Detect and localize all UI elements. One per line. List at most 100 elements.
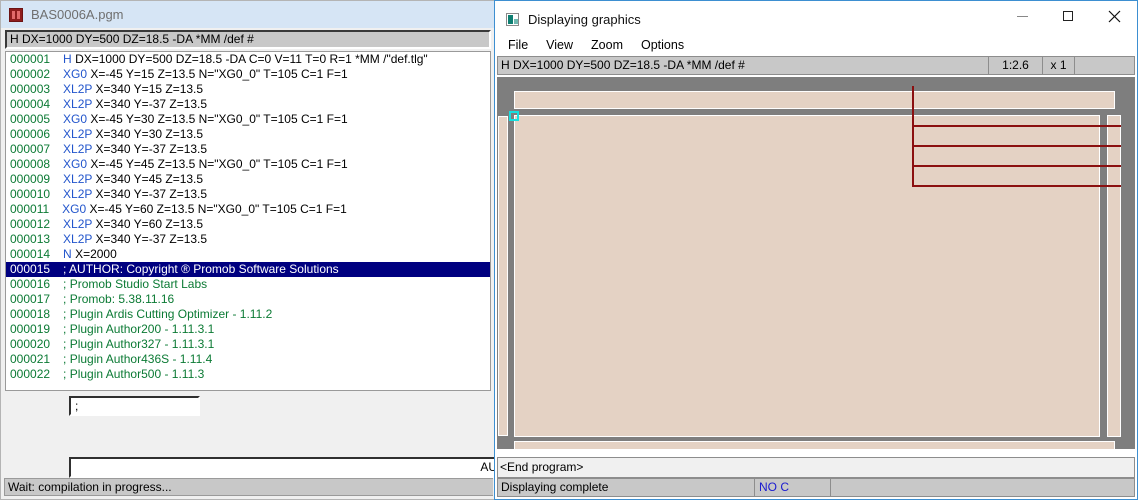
line-number: 000018	[10, 307, 51, 321]
status-empty-field	[831, 478, 1135, 497]
command-token: XL2P	[63, 172, 93, 186]
panel-main-board	[514, 115, 1100, 437]
toolbar-scale-field[interactable]: 1:2.6	[988, 56, 1043, 75]
line-number: 000008	[10, 157, 51, 171]
code-line[interactable]: 000015 ; AUTHOR: Copyright ® Promob Softw…	[6, 262, 490, 277]
code-line[interactable]: 000009 XL2P X=340 Y=45 Z=13.5	[6, 172, 490, 187]
code-line[interactable]: 000002 XG0 X=-45 Y=15 Z=13.5 N="XG0_0" T=…	[6, 67, 490, 82]
code-line[interactable]: 000022 ; Plugin Author500 - 1.11.3	[6, 367, 490, 382]
command-arguments: X=-45 Y=45 Z=13.5 N="XG0_0" T=105 C=1 F=…	[90, 157, 348, 171]
code-line[interactable]: 000013 XL2P X=340 Y=-37 Z=13.5	[6, 232, 490, 247]
command-token: XL2P	[63, 187, 93, 201]
status-badge: NO C	[755, 478, 831, 497]
menu-item-file[interactable]: File	[499, 36, 537, 54]
command-token: XL2P	[63, 217, 93, 231]
panel-top-strip	[514, 91, 1115, 109]
code-line[interactable]: 000010 XL2P X=340 Y=-37 Z=13.5	[6, 187, 490, 202]
panel-right-sliver	[1107, 115, 1121, 437]
editor-lower-panel: ; AU	[5, 391, 501, 478]
command-arguments: X=340 Y=-37 Z=13.5	[95, 142, 208, 156]
menu-item-zoom[interactable]: Zoom	[582, 36, 632, 54]
graphics-titlebar[interactable]: Displaying graphics	[495, 1, 1137, 37]
editor-titlebar[interactable]: BAS0006A.pgm	[1, 1, 495, 28]
code-line[interactable]: 000017 ; Promob: 5.38.11.16	[6, 292, 490, 307]
header-parameter-field[interactable]: H DX=1000 DY=500 DZ=18.5 -DA *MM /def #	[5, 30, 491, 49]
line-number: 000002	[10, 67, 51, 81]
toolbar-path-field[interactable]: H DX=1000 DY=500 DZ=18.5 -DA *MM /def #	[497, 56, 988, 75]
comment-text: ; Plugin Author200 - 1.11.3.1	[63, 322, 215, 336]
command-arguments: X=340 Y=-37 Z=13.5	[95, 97, 208, 111]
code-line[interactable]: 000016 ; Promob Studio Start Labs	[6, 277, 490, 292]
command-token: XG0	[63, 67, 88, 81]
command-token: N	[63, 247, 72, 261]
command-token: H	[63, 52, 72, 66]
editor-window: BAS0006A.pgm H DX=1000 DY=500 DZ=18.5 -D…	[0, 0, 501, 500]
command-arguments: X=340 Y=15 Z=13.5	[95, 82, 204, 96]
command-arguments: X=-45 Y=30 Z=13.5 N="XG0_0" T=105 C=1 F=…	[90, 112, 348, 126]
command-arguments: X=340 Y=-37 Z=13.5	[95, 232, 208, 246]
comment-input[interactable]: ;	[69, 396, 200, 416]
graphics-message-bar: <End program>	[497, 457, 1135, 478]
code-line[interactable]: 000004 XL2P X=340 Y=-37 Z=13.5	[6, 97, 490, 112]
menu-item-view[interactable]: View	[537, 36, 582, 54]
code-line[interactable]: 000014 N X=2000	[6, 247, 490, 262]
editor-status-bar: Wait: compilation in progress...	[4, 478, 493, 496]
panel-bottom-strip	[514, 441, 1115, 449]
comment-text: ; Promob: 5.38.11.16	[63, 292, 175, 306]
line-number: 000003	[10, 82, 51, 96]
line-number: 000006	[10, 127, 51, 141]
line-number: 000004	[10, 97, 51, 111]
line-number: 000011	[10, 202, 50, 216]
maximize-icon[interactable]	[1045, 1, 1091, 31]
cut-line-horizontal	[912, 165, 1121, 167]
code-line[interactable]: 000019 ; Plugin Author200 - 1.11.3.1	[6, 322, 490, 337]
comment-text: ; Plugin Author436S - 1.11.4	[63, 352, 213, 366]
line-number: 000019	[10, 322, 51, 336]
toolbar-multiplier-field[interactable]: x 1	[1043, 56, 1075, 75]
comment-text: ; Plugin Author327 - 1.11.3.1	[63, 337, 215, 351]
toolbar-empty-field[interactable]	[1075, 56, 1135, 75]
graphics-window-title: Displaying graphics	[528, 11, 641, 27]
code-line[interactable]: 000007 XL2P X=340 Y=-37 Z=13.5	[6, 142, 490, 157]
command-arguments: X=340 Y=-37 Z=13.5	[95, 187, 208, 201]
panel-left-sliver	[498, 116, 508, 436]
line-number: 000009	[10, 172, 51, 186]
menu-item-options[interactable]: Options	[632, 36, 693, 54]
command-token: XL2P	[63, 232, 93, 246]
code-line[interactable]: 000003 XL2P X=340 Y=15 Z=13.5	[6, 82, 490, 97]
command-arguments: X=340 Y=30 Z=13.5	[95, 127, 204, 141]
comment-text: ; Plugin Author500 - 1.11.3	[63, 367, 205, 381]
line-number: 000016	[10, 277, 51, 291]
bottom-command-input[interactable]: AU	[69, 457, 501, 478]
code-line[interactable]: 000006 XL2P X=340 Y=30 Z=13.5	[6, 127, 490, 142]
command-token: XG0	[63, 157, 88, 171]
close-icon[interactable]	[1091, 1, 1137, 31]
code-line[interactable]: 000005 XG0 X=-45 Y=30 Z=13.5 N="XG0_0" T=…	[6, 112, 490, 127]
status-text: Displaying complete	[497, 478, 755, 497]
command-token: XG0	[62, 202, 87, 216]
code-line[interactable]: 000008 XG0 X=-45 Y=45 Z=13.5 N="XG0_0" T=…	[6, 157, 490, 172]
code-line[interactable]: 000001 H DX=1000 DY=500 DZ=18.5 -DA C=0 V…	[6, 52, 490, 67]
line-number: 000017	[10, 292, 51, 306]
cut-line-horizontal	[912, 145, 1121, 147]
code-line[interactable]: 000012 XL2P X=340 Y=60 Z=13.5	[6, 217, 490, 232]
close-glyph	[1108, 10, 1120, 22]
code-line[interactable]: 000018 ; Plugin Ardis Cutting Optimizer -…	[6, 307, 490, 322]
line-number: 000022	[10, 367, 51, 381]
cut-line-horizontal	[912, 125, 1121, 127]
code-line[interactable]: 000021 ; Plugin Author436S - 1.11.4	[6, 352, 490, 367]
document-red-icon	[9, 7, 23, 22]
code-line[interactable]: 000011 XG0 X=-45 Y=60 Z=13.5 N="XG0_0" T=…	[6, 202, 490, 217]
code-line[interactable]: 000020 ; Plugin Author327 - 1.11.3.1	[6, 337, 490, 352]
command-arguments: X=2000	[75, 247, 117, 261]
line-number: 000001	[10, 52, 51, 66]
graphics-status-bar: Displaying complete NO C	[497, 478, 1135, 497]
line-number: 000014	[10, 247, 51, 261]
line-number: 000005	[10, 112, 51, 126]
minimize-icon[interactable]	[999, 1, 1045, 31]
code-editor-area[interactable]: 000001 H DX=1000 DY=500 DZ=18.5 -DA C=0 V…	[5, 51, 491, 391]
command-arguments: DX=1000 DY=500 DZ=18.5 -DA C=0 V=11 T=0 …	[75, 52, 428, 66]
graphics-canvas[interactable]	[497, 77, 1135, 449]
command-token: XG0	[63, 112, 88, 126]
cut-line-horizontal	[912, 185, 1121, 187]
